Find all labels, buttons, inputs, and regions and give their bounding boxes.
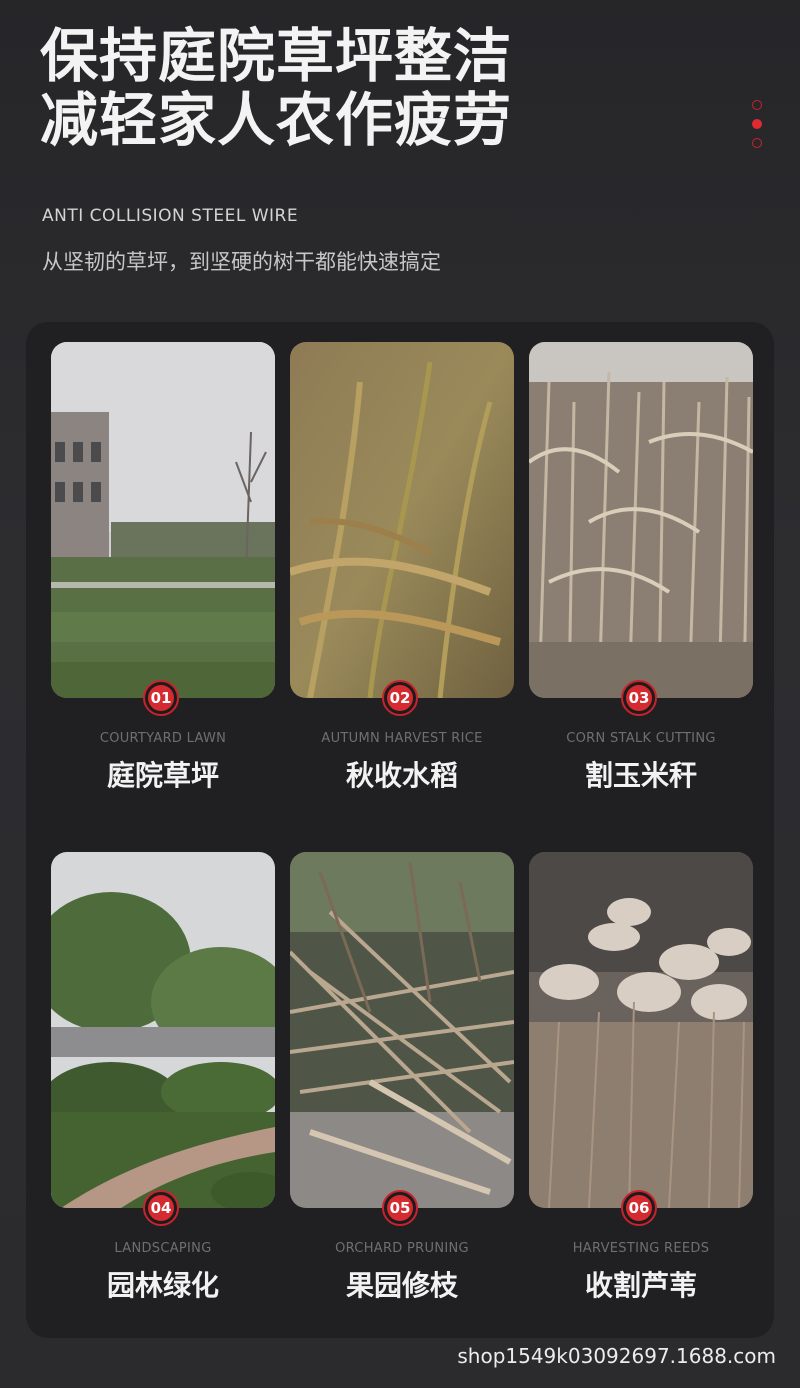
rice-photo — [290, 342, 514, 698]
number-badge: 02 — [382, 680, 418, 716]
card-harvesting-reeds[interactable]: 06 HARVESTING REEDS 收割芦苇 — [529, 852, 753, 1302]
card-landscaping[interactable]: 04 LANDSCAPING 园林绿化 — [51, 852, 275, 1302]
pager-dot[interactable] — [752, 100, 762, 110]
card-label-english: AUTUMN HARVEST RICE — [321, 731, 483, 746]
card-label-english: COURTYARD LAWN — [99, 731, 227, 746]
card-courtyard-lawn[interactable]: 01 COURTYARD LAWN 庭院草坪 — [51, 342, 275, 792]
corn-photo — [529, 342, 753, 698]
page: 保持庭院草坪整洁 减轻家人农作疲劳 ANTI COLLISION STEEL W… — [0, 0, 800, 1388]
garden-photo — [51, 852, 275, 1208]
headline-line-1: 保持庭院草坪整洁 — [40, 22, 513, 90]
card-label-chinese: 果园修枝 — [345, 1269, 458, 1302]
branches-photo — [290, 852, 514, 1208]
lawn-photo — [51, 342, 275, 698]
card-label-chinese: 秋收水稻 — [345, 759, 458, 792]
subtitle-english: ANTI COLLISION STEEL WIRE — [42, 206, 299, 226]
card-label-chinese: 庭院草坪 — [106, 759, 219, 792]
shop-watermark: shop1549k03092697.1688.com — [457, 1344, 776, 1368]
subtitle-chinese: 从坚韧的草坪，到坚硬的树干都能快速搞定 — [42, 250, 441, 274]
number-badge: 06 — [621, 1190, 657, 1226]
pager-dot-active[interactable] — [752, 119, 762, 129]
reeds-photo — [529, 852, 753, 1208]
card-label-english: LANDSCAPING — [114, 1241, 212, 1256]
card-orchard-pruning[interactable]: 05 ORCHARD PRUNING 果园修枝 — [290, 852, 514, 1302]
application-grid: 01 COURTYARD LAWN 庭院草坪 02 AUTUMN HARVEST… — [26, 322, 774, 1338]
number-badge: 04 — [143, 1190, 179, 1226]
card-label-chinese: 割玉米秆 — [584, 759, 697, 792]
card-label-english: CORN STALK CUTTING — [566, 731, 716, 746]
card-label-chinese: 园林绿化 — [106, 1269, 219, 1302]
card-label-english: HARVESTING REEDS — [572, 1241, 710, 1256]
card-autumn-harvest-rice[interactable]: 02 AUTUMN HARVEST RICE 秋收水稻 — [290, 342, 514, 792]
number-badge: 05 — [382, 1190, 418, 1226]
number-badge: 01 — [143, 680, 179, 716]
headline-line-2: 减轻家人农作疲劳 — [40, 86, 513, 154]
card-label-english: ORCHARD PRUNING — [335, 1241, 469, 1256]
pager-dots[interactable] — [752, 100, 766, 157]
number-badge: 03 — [621, 680, 657, 716]
card-label-chinese: 收割芦苇 — [584, 1269, 697, 1302]
card-corn-stalk-cutting[interactable]: 03 CORN STALK CUTTING 割玉米秆 — [529, 342, 753, 792]
headline: 保持庭院草坪整洁 减轻家人农作疲劳 — [40, 24, 512, 152]
pager-dot[interactable] — [752, 138, 762, 148]
